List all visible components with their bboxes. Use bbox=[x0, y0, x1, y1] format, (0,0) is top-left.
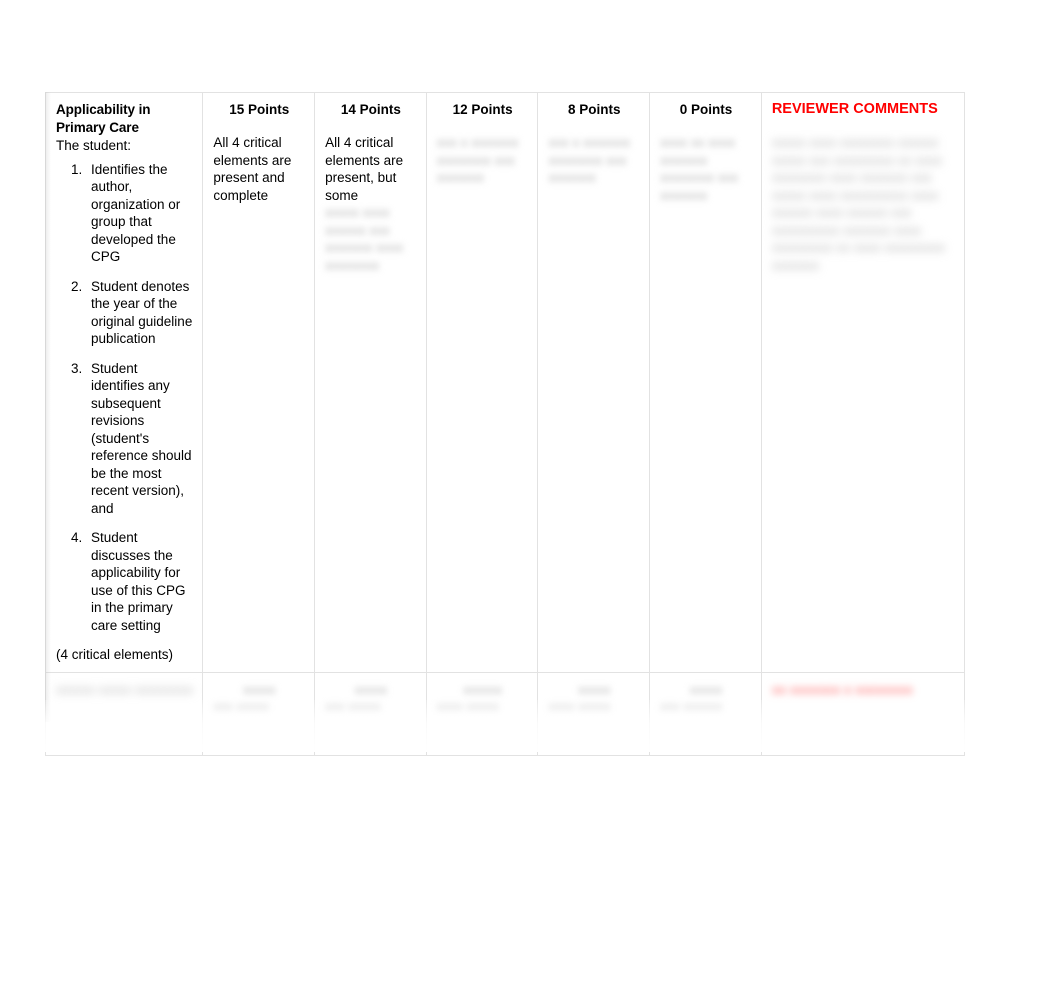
rubric-table: Applicability in Primary Care The studen… bbox=[44, 92, 966, 756]
redacted-text: xxxxxx xxxxx xxxxxxxxx bbox=[56, 681, 194, 697]
cell-points-8: 8 Points xxx x xxxxxxx xxxxxxxx xxx xxxx… bbox=[537, 92, 651, 673]
redacted-text: xxxxx xxxx xxxxxxxx xxxxxx xxxxx xxx xxx… bbox=[771, 135, 946, 273]
cell-score-comments: xx xxxxxxx x xxxxxxxx bbox=[760, 671, 966, 756]
cell-score-criteria: xxxxxx xxxxx xxxxxxxxx bbox=[44, 671, 204, 756]
redacted-text: xxx x xxxxxxx xxxxxxxx xxx xxxxxxx bbox=[436, 135, 519, 185]
points-header-0: 0 Points bbox=[679, 102, 733, 117]
list-item: Identifies the author, organization or g… bbox=[86, 161, 193, 266]
redacted-text: xxxxx xxxx xxxxxx xxx xxxxxxx xxxx xxxxx… bbox=[325, 205, 404, 273]
cell-points-0: 0 Points xxxx xx xxxx xxxxxxx xxxxxxxx x… bbox=[649, 92, 762, 673]
redacted-text: xxx xxxxxx bbox=[660, 699, 723, 714]
cell-score-12: xxxxxx xxxx xxxxx bbox=[425, 671, 539, 756]
redacted-text: xxxxx bbox=[689, 681, 723, 697]
redacted-text: xxx x xxxxxxx xxxxxxxx xxx xxxxxxx bbox=[548, 135, 631, 185]
points-header-8: 8 Points bbox=[568, 102, 621, 117]
cell-reviewer-comments: REVIEWER COMMENTS xxxxx xxxx xxxxxxxx xx… bbox=[760, 92, 966, 673]
redacted-text: xxxxxx bbox=[463, 681, 503, 697]
cell-criteria: Applicability in Primary Care The studen… bbox=[44, 92, 204, 673]
redacted-text: xxx xxxxx bbox=[325, 699, 381, 714]
reviewer-comments-header: REVIEWER COMMENTS bbox=[771, 101, 938, 117]
cell-score-0: xxxxx xxx xxxxxx bbox=[649, 671, 762, 756]
table-row-criteria: Applicability in Primary Care The studen… bbox=[44, 92, 966, 673]
redacted-text: xxxxx bbox=[354, 681, 388, 697]
points-header-12: 12 Points bbox=[452, 102, 513, 117]
table-row-score: xxxxxx xxxxx xxxxxxxxx xxxxx xxx xxxxx x… bbox=[44, 671, 966, 756]
list-item: Student identifies any subsequent revisi… bbox=[86, 360, 193, 518]
redacted-text: xxxx xx xxxx xxxxxxx xxxxxxxx xxx xxxxxx… bbox=[660, 135, 739, 203]
cell-score-15: xxxxx xxx xxxxx bbox=[202, 671, 316, 756]
points-header-15: 15 Points bbox=[229, 102, 290, 117]
criteria-title: Applicability in Primary Care bbox=[56, 102, 151, 135]
redacted-text: xxxx xxxxx bbox=[436, 699, 499, 714]
points-body-15: All 4 critical elements are present and … bbox=[213, 135, 292, 203]
redacted-text: xx xxxxxxx x xxxxxxxx bbox=[771, 681, 913, 697]
list-item: Student discusses the applicability for … bbox=[86, 529, 193, 634]
cell-score-8: xxxxx xxxx xxxxx bbox=[537, 671, 651, 756]
points-header-14: 14 Points bbox=[340, 102, 401, 117]
criteria-list: Identifies the author, organization or g… bbox=[56, 161, 193, 635]
list-item: Student denotes the year of the original… bbox=[86, 278, 193, 348]
redacted-text: xxx xxxxx bbox=[213, 699, 270, 714]
cell-points-15: 15 Points All 4 critical elements are pr… bbox=[202, 92, 316, 673]
redacted-text: xxxxx bbox=[242, 681, 276, 697]
criteria-lead-in: The student: bbox=[56, 138, 132, 153]
document-page: Applicability in Primary Care The studen… bbox=[0, 0, 1062, 1001]
points-body-14: All 4 critical elements are present, but… bbox=[325, 135, 404, 203]
redacted-text: xxxxx bbox=[578, 681, 611, 697]
cell-points-14: 14 Points All 4 critical elements are pr… bbox=[314, 92, 427, 673]
redacted-text: xxxx xxxxx bbox=[548, 699, 611, 714]
criteria-footer: (4 critical elements) bbox=[56, 647, 174, 662]
cell-points-12: 12 Points xxx x xxxxxxx xxxxxxxx xxx xxx… bbox=[425, 92, 539, 673]
cell-score-14: xxxxx xxx xxxxx bbox=[314, 671, 427, 756]
